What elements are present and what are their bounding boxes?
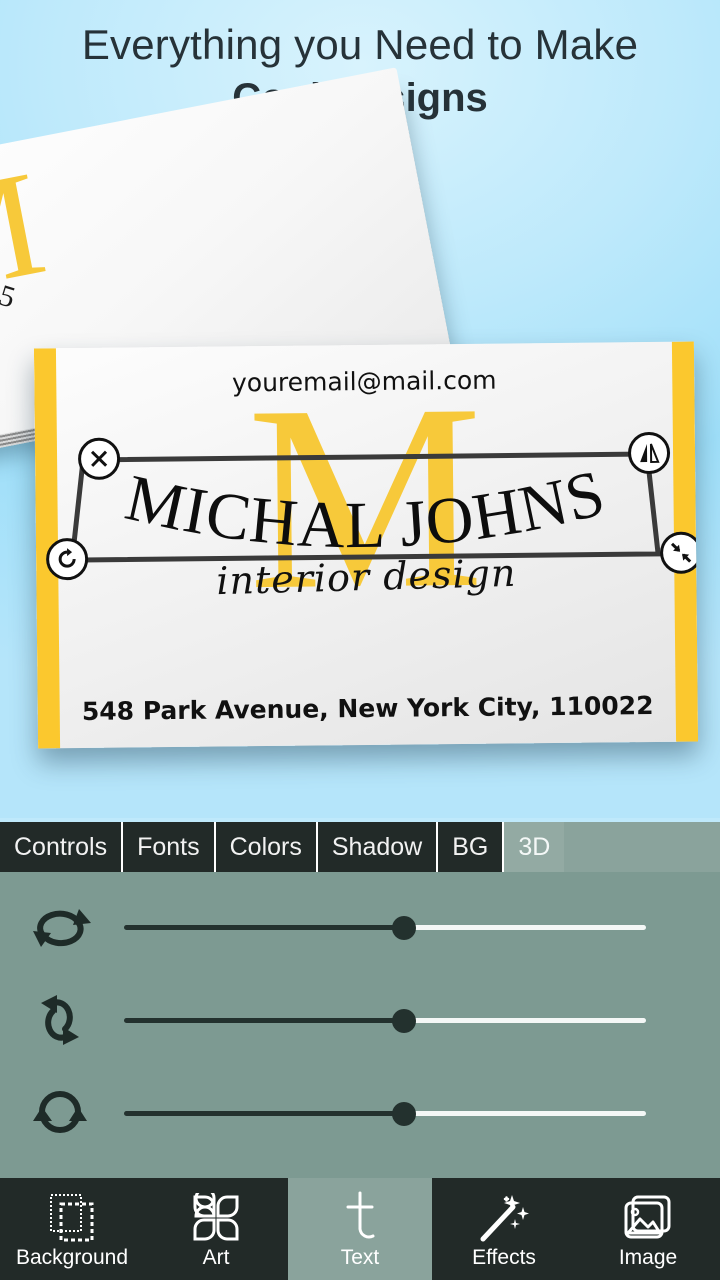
nav-item-image[interactable]: Image: [576, 1178, 720, 1280]
front-card[interactable]: M youremail@mail.com MICHAL JOHNS interi…: [33, 341, 699, 749]
rotate-y-thumb[interactable]: [392, 1009, 416, 1033]
rotate-z-track-rest: [394, 1111, 646, 1116]
editor-tab-bar: Controls Fonts Colors Shadow BG 3D: [0, 822, 720, 872]
tab-bg[interactable]: BG: [438, 822, 505, 872]
tab-3d-label: 3D: [518, 832, 551, 861]
rotate-y-slider[interactable]: [120, 985, 680, 1055]
nav-item-text[interactable]: Text: [288, 1178, 432, 1280]
tab-colors-label: Colors: [229, 832, 302, 861]
tab-shadow[interactable]: Shadow: [317, 822, 439, 872]
card-address-text[interactable]: 548 Park Avenue, New York City, 110022: [38, 691, 698, 727]
image-photo-icon: [623, 1191, 673, 1243]
rotate-z-slider-row: [0, 1078, 720, 1148]
tab-colors[interactable]: Colors: [215, 822, 318, 872]
selected-text-object[interactable]: MICHAL JOHNS interior design: [35, 431, 699, 649]
tab-fonts-label: Fonts: [137, 832, 200, 861]
rotate-horizontal-icon: [0, 892, 120, 962]
card-name-textpath: MICHAL JOHNS: [119, 456, 613, 565]
clover-art-icon: [191, 1191, 241, 1243]
nav-item-art[interactable]: Art: [144, 1178, 288, 1280]
text-t-icon: [340, 1191, 380, 1243]
background-layers-icon: [49, 1191, 95, 1243]
flip-handle[interactable]: [627, 431, 671, 475]
nav-item-text-label: Text: [340, 1245, 380, 1269]
tab-3d[interactable]: 3D: [504, 822, 565, 872]
rotate-circular-icon: [0, 1078, 120, 1148]
svg-text:MICHAL JOHNS: MICHAL JOHNS: [119, 456, 613, 565]
flip-horizontal-icon: [638, 443, 660, 464]
tab-controls-label: Controls: [14, 832, 108, 861]
rotate-y-track-fill: [124, 1018, 404, 1023]
resize-diagonal-icon: [670, 542, 692, 564]
tab-fonts[interactable]: Fonts: [123, 822, 216, 872]
rotate-x-track-rest: [394, 925, 646, 930]
rotate-icon: [56, 548, 78, 570]
rotate-y-track-rest: [394, 1018, 646, 1023]
rotate-y-slider-row: [0, 985, 720, 1055]
rotate-x-slider[interactable]: [120, 892, 680, 962]
rotate-x-track-fill: [124, 925, 404, 930]
close-icon: [89, 449, 109, 469]
promo-line-1: Everything you Need to Make: [81, 21, 639, 68]
rotate-x-thumb[interactable]: [392, 916, 416, 940]
app-root: Everything you Need to Make Cool Designs…: [0, 0, 720, 1280]
rotate-z-thumb[interactable]: [392, 1102, 416, 1126]
rotate-x-slider-row: [0, 892, 720, 962]
tab-controls[interactable]: Controls: [0, 822, 124, 872]
close-handle[interactable]: [77, 437, 121, 481]
tab-shadow-label: Shadow: [331, 832, 423, 861]
rotate-handle[interactable]: [45, 537, 89, 581]
rotation-slider-panel: [0, 872, 720, 1178]
rotate-z-track-fill: [124, 1111, 404, 1116]
nav-item-background-label: Background: [15, 1245, 129, 1269]
nav-item-image-label: Image: [618, 1245, 678, 1269]
magic-wand-icon: [479, 1191, 529, 1243]
card-email-text[interactable]: youremail@mail.com: [34, 364, 694, 400]
nav-item-effects-label: Effects: [472, 1245, 536, 1269]
bottom-toolbar: Background Art Text Effects Image: [0, 1178, 720, 1280]
nav-item-art-label: Art: [202, 1245, 230, 1269]
resize-handle[interactable]: [659, 531, 699, 574]
rotate-vertical-icon: [0, 985, 120, 1055]
tab-bg-label: BG: [452, 832, 489, 861]
rotate-z-slider[interactable]: [120, 1078, 680, 1148]
design-canvas[interactable]: Everything you Need to Make Cool Designs…: [0, 0, 720, 818]
nav-item-effects[interactable]: Effects: [432, 1178, 576, 1280]
nav-item-background[interactable]: Background: [0, 1178, 144, 1280]
